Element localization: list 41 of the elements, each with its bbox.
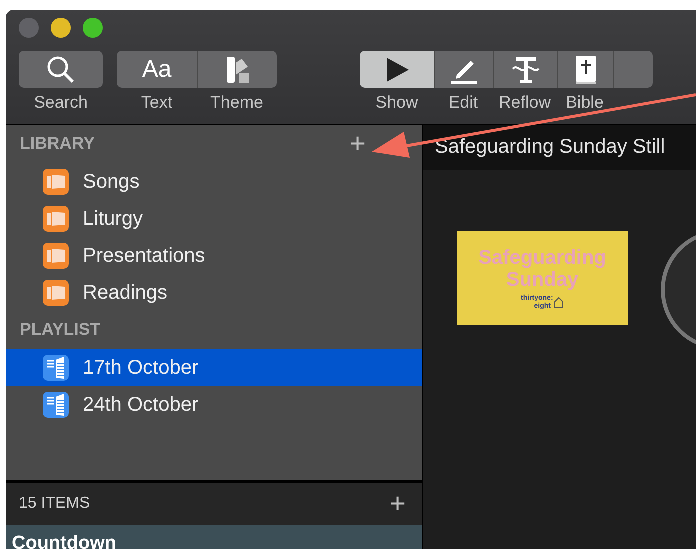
- item-count: 15 ITEMS: [19, 494, 90, 514]
- toolbar-button[interactable]: Aa: [117, 51, 197, 88]
- search-icon: [46, 54, 76, 84]
- sidebar-item[interactable]: 17th October: [6, 349, 422, 386]
- toolbar-label: Edit: [448, 92, 478, 114]
- toolbar-button[interactable]: [434, 51, 493, 88]
- playlist-icon: [43, 392, 69, 418]
- minimize-window-button[interactable]: [51, 18, 71, 38]
- folder-icon: [43, 280, 69, 306]
- sidebar-item[interactable]: Readings: [6, 274, 422, 311]
- slide-heading: Safeguarding Sunday: [478, 247, 608, 291]
- sidebar-item[interactable]: Presentations: [6, 237, 422, 274]
- toolbar-button[interactable]: [360, 51, 434, 88]
- toolbar-label: Theme: [210, 92, 264, 114]
- toolbar-button[interactable]: [493, 51, 557, 88]
- sidebar-item[interactable]: Liturgy: [6, 200, 422, 237]
- section-header: PLAYLIST: [20, 319, 101, 342]
- text-wave-icon: [510, 54, 540, 84]
- zoom-window-button[interactable]: [83, 18, 103, 38]
- toolbar-label: Reflow: [499, 92, 551, 114]
- text-format-icon: Aa: [142, 56, 172, 84]
- folder-icon: [43, 206, 69, 232]
- folder-icon: [43, 242, 69, 268]
- toolbar-label: Show: [376, 92, 418, 114]
- book-cross-icon: [574, 54, 598, 84]
- toolbar-button[interactable]: [197, 51, 277, 88]
- house-logo-icon: [554, 297, 564, 309]
- toolbar-label: Bible: [566, 92, 604, 114]
- document-title: Safeguarding Sunday Still: [423, 125, 696, 170]
- toolbar-label: Search: [34, 92, 88, 114]
- playlist-icon: [43, 354, 69, 380]
- toolbar-label: Text: [141, 92, 173, 114]
- folder-icon: [43, 168, 69, 194]
- add-button[interactable]: +: [350, 130, 366, 158]
- toolbar-button[interactable]: [19, 51, 103, 88]
- section-header: LIBRARY: [20, 133, 95, 156]
- sidebar-item[interactable]: Songs: [6, 163, 422, 200]
- sidebar-item[interactable]: 24th October: [6, 386, 422, 423]
- toolbar-button[interactable]: [557, 51, 613, 88]
- add-button[interactable]: +: [390, 490, 406, 518]
- list-item[interactable]: Countdown: [6, 525, 422, 549]
